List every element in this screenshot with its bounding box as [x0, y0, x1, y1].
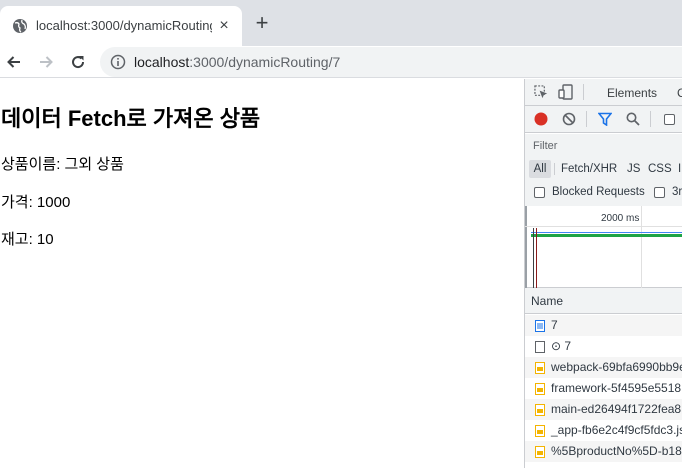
request-row[interactable]: framework-5f4595e5518 — [525, 378, 682, 399]
type-filter-fetch-xhr[interactable]: Fetch/XHR — [561, 160, 617, 178]
product-name: 상품이름: 그외 상품 — [1, 156, 124, 173]
overview-blue-line — [531, 232, 682, 233]
name-column-label: Name — [531, 294, 564, 308]
network-overview[interactable]: 2000 ms — [525, 206, 682, 288]
type-filter-css[interactable]: CSS — [648, 160, 672, 178]
overview-axis — [525, 226, 682, 227]
request-name: %5BproductNo%5D-b18 — [551, 444, 682, 458]
forward-button[interactable] — [34, 50, 58, 74]
third-party-label: 3r — [672, 186, 682, 198]
request-row[interactable]: _app-fb6e2c4f9cf5fdc3.js — [525, 420, 682, 441]
blocked-requests-checkbox[interactable] — [534, 187, 545, 198]
divider — [554, 163, 555, 175]
page-content: 데이터 Fetch로 가져온 상품 상품이름: 그외 상품 가격: 1000 재… — [0, 79, 524, 468]
type-filter-all[interactable]: All — [529, 160, 551, 178]
divider — [586, 111, 587, 127]
filter-input[interactable]: Filter — [533, 140, 557, 152]
search-icon[interactable] — [626, 112, 640, 126]
network-toolbar — [525, 106, 682, 133]
tab-strip: localhost:3000/dynamicRouting/7 × + — [0, 0, 682, 46]
script-file-icon — [535, 362, 545, 374]
inspect-element-icon[interactable] — [534, 85, 549, 100]
arrow-left-icon — [7, 56, 20, 68]
request-list: 7 ⊙ 7 webpack-69bfa6990bb9e framework-5f… — [525, 315, 682, 462]
blank-file-icon — [535, 341, 545, 353]
request-row[interactable]: main-ed26494f1722fea8 — [525, 399, 682, 420]
script-file-icon — [535, 383, 545, 395]
divider — [650, 111, 651, 127]
filter-icon[interactable] — [598, 112, 612, 126]
clear-icon[interactable] — [562, 112, 576, 126]
request-name: webpack-69bfa6990bb9e — [551, 360, 682, 374]
request-name: 7 — [551, 318, 558, 332]
script-file-icon — [535, 425, 545, 437]
name-column-header[interactable]: Name — [525, 288, 682, 314]
url-path: :3000/dynamicRouting/7 — [189, 54, 341, 70]
preserve-log-checkbox[interactable] — [664, 114, 675, 125]
filter-bar: Filter All Fetch/XHR JS CSS Ir Blocked R… — [525, 134, 682, 212]
devtools-panel: Elements C Filter All Fetch/XHR JS CSS I… — [524, 79, 682, 468]
script-file-icon — [535, 404, 545, 416]
type-filter-js[interactable]: JS — [627, 160, 640, 178]
record-icon[interactable] — [534, 112, 548, 126]
tab-console[interactable]: C — [677, 86, 682, 100]
blocked-requests-label: Blocked Requests — [552, 186, 645, 198]
tab-title: localhost:3000/dynamicRouting/7 — [36, 18, 212, 33]
new-tab-button[interactable]: + — [250, 12, 274, 36]
browser-toolbar: localhost:3000/dynamicRouting/7 — [0, 46, 682, 78]
device-toolbar-icon[interactable] — [558, 84, 574, 100]
reload-icon — [72, 56, 85, 69]
reload-button[interactable] — [66, 50, 90, 74]
info-icon[interactable] — [110, 54, 126, 70]
divider — [583, 84, 584, 100]
product-stock: 재고: 10 — [1, 231, 54, 248]
tab-elements[interactable]: Elements — [607, 86, 657, 100]
third-party-checkbox[interactable] — [654, 187, 665, 198]
overview-load-marker — [536, 228, 537, 288]
request-name: ⊙ 7 — [551, 339, 572, 353]
request-row[interactable]: webpack-69bfa6990bb9e — [525, 357, 682, 378]
url-text: localhost:3000/dynamicRouting/7 — [134, 54, 340, 70]
type-filter-img[interactable]: Ir — [678, 160, 682, 178]
devtools-tabbar: Elements C — [525, 79, 682, 106]
product-price: 가격: 1000 — [1, 194, 71, 211]
overview-green-bar — [531, 234, 682, 237]
script-file-icon — [535, 446, 545, 458]
back-button[interactable] — [2, 50, 26, 74]
arrow-right-icon — [40, 56, 53, 68]
request-row[interactable]: 7 — [525, 315, 682, 336]
close-tab-icon[interactable]: × — [215, 17, 233, 35]
overview-tick-label: 2000 ms — [601, 213, 640, 224]
document-icon — [535, 320, 545, 332]
request-name: main-ed26494f1722fea8 — [551, 402, 682, 416]
browser-tab[interactable]: localhost:3000/dynamicRouting/7 × — [0, 6, 242, 46]
request-row[interactable]: %5BproductNo%5D-b18 — [525, 441, 682, 462]
request-row[interactable]: ⊙ 7 — [525, 336, 682, 357]
overview-domcontentloaded-marker — [533, 228, 534, 288]
overview-scroll-handle[interactable] — [525, 206, 527, 288]
url-host: localhost — [134, 54, 190, 70]
request-name: _app-fb6e2c4f9cf5fdc3.js — [551, 423, 682, 437]
overview-gridline — [641, 206, 642, 288]
globe-icon — [13, 19, 27, 33]
address-bar[interactable]: localhost:3000/dynamicRouting/7 — [100, 47, 682, 77]
request-name: framework-5f4595e5518 — [551, 381, 682, 395]
page-heading: 데이터 Fetch로 가져온 상품 — [1, 106, 261, 131]
